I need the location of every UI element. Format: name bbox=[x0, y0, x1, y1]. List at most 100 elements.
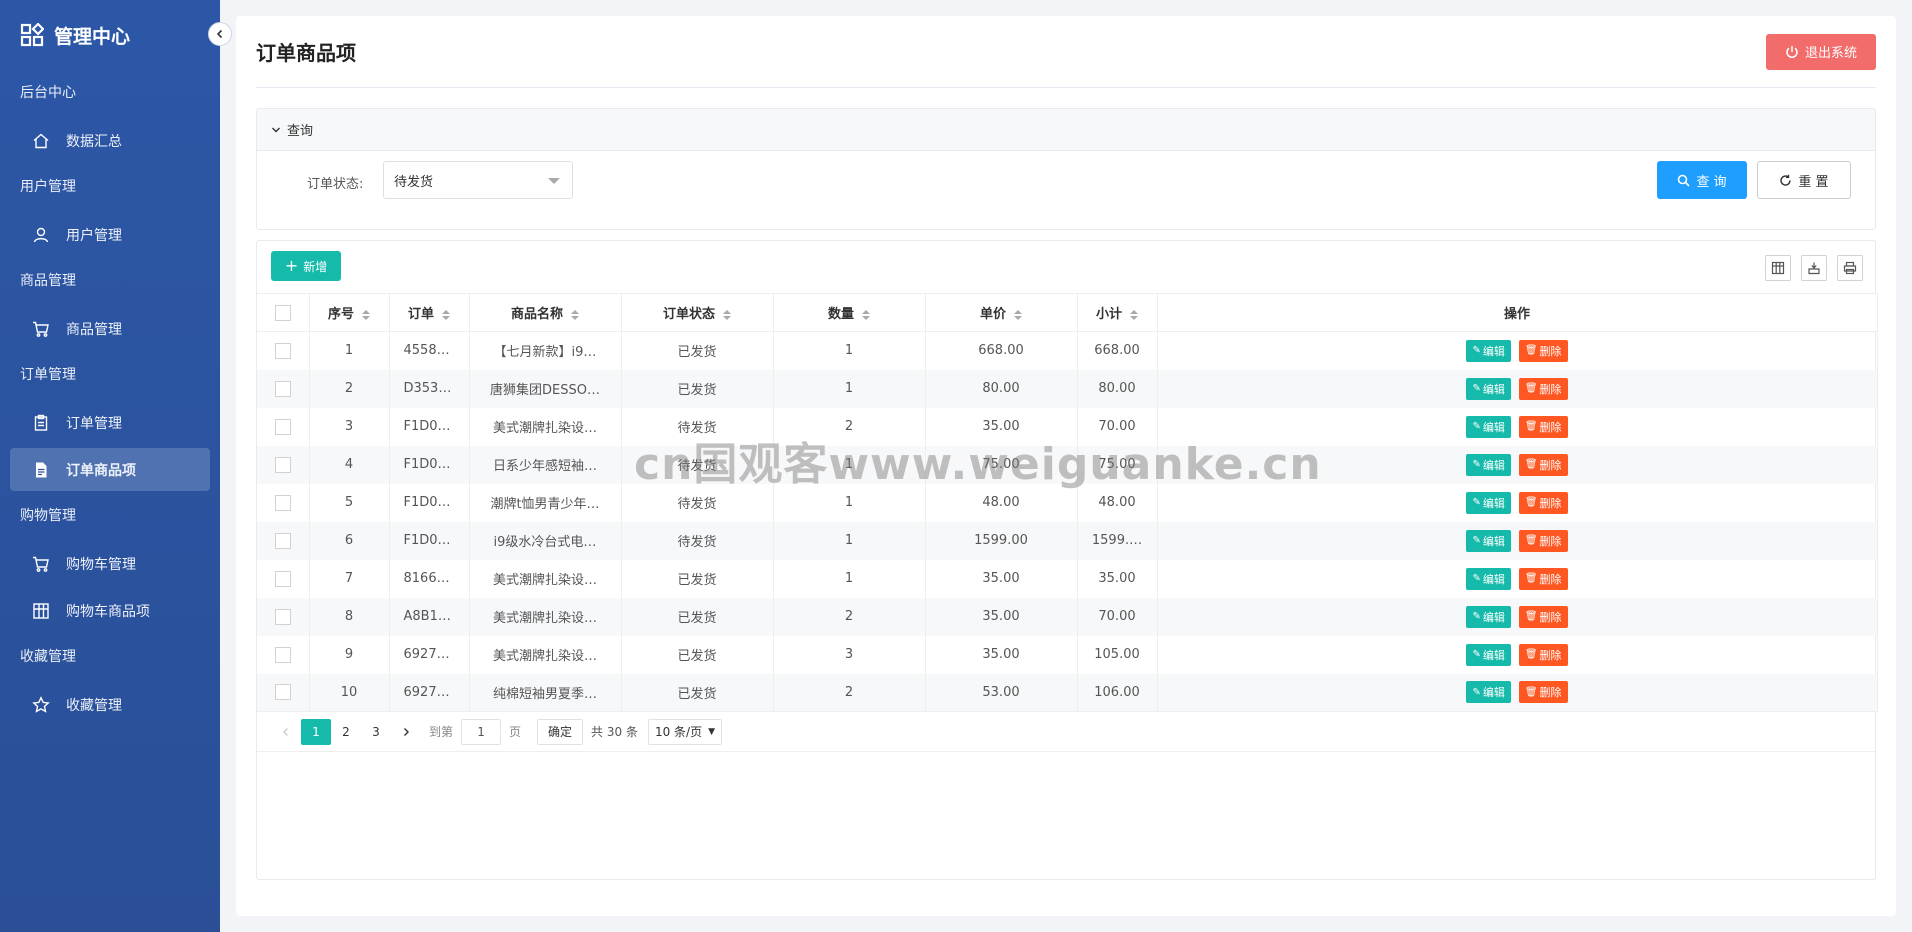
reset-button[interactable]: 重 置 bbox=[1757, 161, 1851, 199]
goto-page-input[interactable]: 1 bbox=[461, 718, 502, 745]
logout-button[interactable]: 退出系统 bbox=[1766, 33, 1876, 70]
edit-button[interactable]: ✎ 编辑 bbox=[1466, 377, 1511, 400]
select-all-cell[interactable] bbox=[257, 293, 310, 332]
columns-icon[interactable] bbox=[1765, 255, 1791, 281]
page-3-button[interactable]: 3 bbox=[361, 719, 391, 745]
edit-button[interactable]: ✎ 编辑 bbox=[1466, 605, 1511, 628]
export-icon[interactable] bbox=[1801, 255, 1827, 281]
edit-button[interactable]: ✎ 编辑 bbox=[1466, 529, 1511, 552]
row-select-cell[interactable] bbox=[257, 597, 310, 636]
row-select-cell[interactable] bbox=[257, 407, 310, 446]
search-button[interactable]: 查 询 bbox=[1657, 161, 1747, 199]
edit-button[interactable]: ✎ 编辑 bbox=[1466, 491, 1511, 514]
delete-button[interactable]: 🗑 删除 bbox=[1518, 643, 1568, 666]
order-status-select[interactable]: 待发货 bbox=[383, 161, 573, 199]
delete-button[interactable]: 🗑 删除 bbox=[1518, 453, 1568, 476]
table-row[interactable]: 8 A8B1… 美式潮牌扎染设… 已发货 2 35.00 70.00 ✎ 编辑 🗑 删除 bbox=[257, 597, 1878, 636]
query-toggle[interactable]: 查询 bbox=[257, 109, 1875, 151]
edit-button[interactable]: ✎ 编辑 bbox=[1466, 453, 1511, 476]
edit-button[interactable]: ✎ 编辑 bbox=[1466, 681, 1511, 704]
row-checkbox[interactable] bbox=[274, 418, 291, 435]
delete-button[interactable]: 🗑 删除 bbox=[1518, 529, 1568, 552]
sidebar-collapse-button[interactable] bbox=[208, 22, 232, 46]
sidebar-item-5-0[interactable]: 收藏管理 bbox=[0, 681, 220, 728]
row-checkbox[interactable] bbox=[274, 342, 291, 359]
sidebar-item-1-0[interactable]: 用户管理 bbox=[0, 211, 220, 258]
menu-group-title: 后台中心 bbox=[20, 85, 76, 101]
sidebar-item-3-0[interactable]: 订单管理 bbox=[0, 399, 220, 446]
delete-button[interactable]: 🗑 删除 bbox=[1518, 681, 1568, 704]
row-checkbox[interactable] bbox=[274, 532, 291, 549]
goto-confirm-button[interactable]: 确定 bbox=[537, 718, 584, 745]
row-select-cell[interactable] bbox=[257, 635, 310, 674]
table-row[interactable]: 10 6927… 纯棉短袖男夏季… 已发货 2 53.00 106.00 ✎ 编辑 🗑 删除 bbox=[257, 673, 1878, 712]
next-page-button[interactable] bbox=[391, 719, 421, 745]
add-button[interactable]: + 新增 bbox=[271, 251, 341, 281]
delete-button[interactable]: 🗑 删除 bbox=[1518, 377, 1568, 400]
sort-icon[interactable] bbox=[1130, 309, 1138, 320]
table-row[interactable]: 9 6927… 美式潮牌扎染设… 已发货 3 35.00 105.00 ✎ 编辑 🗑 删除 bbox=[257, 635, 1878, 674]
row-select-cell[interactable] bbox=[257, 521, 310, 560]
table-row[interactable]: 4 F1D0… 日系少年感短袖… 待发货 1 75.00 75.00 ✎ 编辑 🗑 删除 bbox=[257, 445, 1878, 484]
user-icon bbox=[32, 226, 50, 244]
col-order-status[interactable]: 订单状态 bbox=[621, 293, 774, 332]
sort-icon[interactable] bbox=[362, 309, 370, 320]
sidebar-item-4-0[interactable]: 购物车管理 bbox=[0, 540, 220, 587]
sidebar-item-4-1[interactable]: 购物车商品项 bbox=[0, 587, 220, 634]
row-select-cell[interactable] bbox=[257, 331, 310, 370]
row-checkbox[interactable] bbox=[274, 570, 291, 587]
chevron-right-icon bbox=[404, 727, 409, 736]
delete-button[interactable]: 🗑 删除 bbox=[1518, 415, 1568, 438]
cell-no: 6 bbox=[309, 521, 390, 560]
table-row[interactable]: 3 F1D0… 美式潮牌扎染设… 待发货 2 35.00 70.00 ✎ 编辑 🗑 删除 bbox=[257, 407, 1878, 446]
row-checkbox[interactable] bbox=[274, 494, 291, 511]
sidebar-item-0-0[interactable]: 数据汇总 bbox=[0, 117, 220, 164]
sort-icon[interactable] bbox=[723, 309, 731, 320]
print-icon[interactable] bbox=[1837, 255, 1863, 281]
row-checkbox[interactable] bbox=[274, 684, 291, 701]
page-1-button[interactable]: 1 bbox=[301, 718, 331, 745]
edit-button[interactable]: ✎ 编辑 bbox=[1466, 567, 1511, 590]
sort-icon[interactable] bbox=[862, 309, 870, 320]
sidebar-item-2-0[interactable]: 商品管理 bbox=[0, 305, 220, 352]
page-2-button[interactable]: 2 bbox=[331, 719, 361, 745]
row-checkbox[interactable] bbox=[274, 608, 291, 625]
edit-button[interactable]: ✎ 编辑 bbox=[1466, 415, 1511, 438]
row-select-cell[interactable] bbox=[257, 369, 310, 408]
row-checkbox[interactable] bbox=[274, 456, 291, 473]
table-row[interactable]: 7 8166… 美式潮牌扎染设… 已发货 1 35.00 35.00 ✎ 编辑 🗑 删除 bbox=[257, 559, 1878, 598]
sort-icon[interactable] bbox=[1014, 309, 1022, 320]
table-row[interactable]: 1 4558… 【七月新款】i9… 已发货 1 668.00 668.00 ✎ 编辑 🗑 删除 bbox=[257, 331, 1878, 370]
table-row[interactable]: 5 F1D0… 潮牌t恤男青少年… 待发货 1 48.00 48.00 ✎ 编辑 🗑 删除 bbox=[257, 483, 1878, 522]
search-label: 查 询 bbox=[1696, 174, 1727, 190]
sort-icon[interactable] bbox=[442, 309, 450, 320]
table-row[interactable]: 6 F1D0… i9级水冷台式电… 待发货 1 1599.00 1599.… ✎ 编辑 🗑 删除 bbox=[257, 521, 1878, 560]
prev-page-button[interactable] bbox=[271, 719, 301, 745]
col-order[interactable]: 订单 bbox=[389, 293, 470, 332]
row-checkbox[interactable] bbox=[274, 646, 291, 663]
table-row[interactable]: 2 D353… 唐狮集团DESSO… 已发货 1 80.00 80.00 ✎ 编辑 🗑 删除 bbox=[257, 369, 1878, 408]
col-quantity[interactable]: 数量 bbox=[773, 293, 926, 332]
col-subtotal[interactable]: 小计 bbox=[1077, 293, 1158, 332]
col-unit-price[interactable]: 单价 bbox=[925, 293, 1078, 332]
sidebar-item-label: 订单管理 bbox=[66, 415, 122, 432]
delete-button[interactable]: 🗑 删除 bbox=[1518, 605, 1568, 628]
sidebar-item-3-1[interactable]: 订单商品项 bbox=[10, 448, 210, 491]
select-all-checkbox[interactable] bbox=[274, 304, 291, 321]
delete-button[interactable]: 🗑 删除 bbox=[1518, 491, 1568, 514]
delete-button[interactable]: 🗑 删除 bbox=[1518, 339, 1568, 362]
row-select-cell[interactable] bbox=[257, 559, 310, 598]
cell-order-status: 待发货 bbox=[621, 521, 774, 560]
page-size-select[interactable]: 10 条/页 ▼ bbox=[647, 718, 723, 745]
col-no[interactable]: 序号 bbox=[309, 293, 390, 332]
row-checkbox[interactable] bbox=[274, 380, 291, 397]
pencil-icon: ✎ bbox=[1472, 497, 1481, 508]
row-select-cell[interactable] bbox=[257, 445, 310, 484]
col-product-name[interactable]: 商品名称 bbox=[469, 293, 622, 332]
delete-button[interactable]: 🗑 删除 bbox=[1518, 567, 1568, 590]
edit-button[interactable]: ✎ 编辑 bbox=[1466, 643, 1511, 666]
edit-button[interactable]: ✎ 编辑 bbox=[1466, 339, 1511, 362]
row-select-cell[interactable] bbox=[257, 673, 310, 712]
row-select-cell[interactable] bbox=[257, 483, 310, 522]
sort-icon[interactable] bbox=[571, 309, 579, 320]
